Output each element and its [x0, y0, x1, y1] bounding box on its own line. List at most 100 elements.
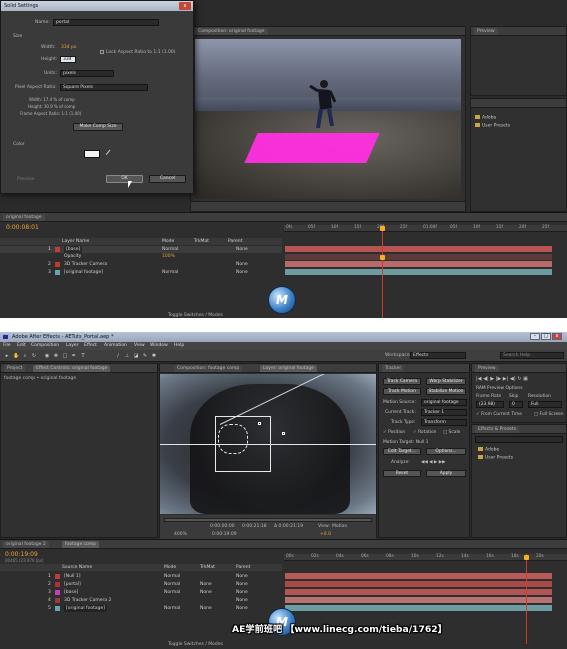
- zoom-select[interactable]: 400%: [174, 532, 187, 537]
- tab-effects-presets[interactable]: Effects & Presets: [475, 426, 520, 433]
- parent-select[interactable]: None: [236, 573, 248, 580]
- playhead[interactable]: [382, 225, 383, 318]
- toggle-switches-modes[interactable]: Toggle Switches / Modes: [168, 642, 223, 647]
- tree-item-user-presets[interactable]: User Presets: [478, 455, 513, 461]
- layer-bar-footage[interactable]: [285, 269, 552, 275]
- hand-tool-icon[interactable]: ✋: [13, 353, 19, 359]
- opacity-value[interactable]: 100%: [162, 253, 175, 260]
- selection-tool-icon[interactable]: ▸: [4, 353, 10, 359]
- effects-search-input[interactable]: [475, 436, 563, 443]
- minimize-button[interactable]: –: [530, 333, 540, 340]
- options-button[interactable]: Options...: [426, 448, 466, 455]
- eraser-tool-icon[interactable]: ◪: [133, 353, 139, 359]
- height-field[interactable]: 334: [60, 56, 76, 63]
- tree-item-adobe[interactable]: Adobe: [478, 447, 499, 453]
- layer-row[interactable]: 2 [portal] Normal None None: [0, 581, 282, 588]
- mode-select[interactable]: Normal: [164, 589, 180, 596]
- parent-select[interactable]: None: [236, 597, 248, 604]
- ok-button[interactable]: OK: [106, 175, 143, 183]
- timeline-timecode[interactable]: 0:00:19:09: [5, 551, 38, 558]
- time-navigator[interactable]: [164, 518, 372, 522]
- menu-composition[interactable]: Composition: [31, 342, 59, 350]
- camera-tool-icon[interactable]: ◉: [44, 353, 50, 359]
- tab-layer[interactable]: Layer: original footage: [260, 365, 317, 372]
- width-value[interactable]: 334 px: [61, 45, 77, 50]
- layer-viewer[interactable]: [160, 374, 376, 514]
- close-window-button[interactable]: x: [552, 333, 562, 340]
- menu-view[interactable]: View: [134, 342, 145, 350]
- parent-select[interactable]: None: [236, 589, 248, 596]
- ram-preview-options[interactable]: RAM Preview Options: [476, 386, 523, 391]
- rotation-checkbox[interactable]: ✓ Rotation: [413, 430, 436, 435]
- parent-select[interactable]: None: [236, 605, 248, 612]
- time-ruler[interactable]: 0fs 05f 10f 15f 20f 25f 01:00f 05f 10f 1…: [284, 225, 567, 232]
- mode-select[interactable]: Normal: [164, 605, 180, 612]
- skip-select[interactable]: 0: [509, 401, 523, 408]
- eyedropper-icon[interactable]: [105, 149, 115, 159]
- track-camera-button[interactable]: Track Camera: [383, 378, 421, 385]
- parent-select[interactable]: None: [236, 269, 248, 276]
- menu-effect[interactable]: Effect: [84, 342, 97, 350]
- position-checkbox[interactable]: ✓ Position: [383, 430, 405, 435]
- cancel-button[interactable]: Cancel: [149, 175, 186, 183]
- pen-tool-icon[interactable]: ✒: [71, 353, 77, 359]
- menu-file[interactable]: File: [3, 342, 11, 350]
- tab-composition[interactable]: Composition: original footage: [195, 28, 268, 35]
- tab-timeline[interactable]: original footage: [3, 214, 45, 221]
- lock-checkbox[interactable]: [100, 50, 104, 54]
- track-search-region[interactable]: [218, 424, 248, 454]
- menu-layer[interactable]: Layer: [66, 342, 79, 350]
- layer-bar-portal[interactable]: [285, 581, 552, 587]
- tab-preview[interactable]: Preview: [475, 365, 499, 372]
- search-help-input[interactable]: Search Help: [500, 352, 564, 359]
- mode-select[interactable]: Normal: [164, 573, 180, 580]
- parent-select[interactable]: None: [236, 261, 248, 268]
- in-timecode[interactable]: 0:00:00:00: [210, 524, 235, 529]
- layer-row[interactable]: 1 [Null 1] Normal None: [0, 573, 282, 580]
- tree-item-adobe[interactable]: Adobe: [475, 115, 496, 121]
- tab-project[interactable]: Project: [4, 365, 26, 372]
- cti-marker[interactable]: [524, 555, 529, 560]
- timeline-timecode[interactable]: 0:00:08:01: [6, 224, 39, 231]
- parent-select[interactable]: None: [236, 246, 248, 253]
- mode-select[interactable]: Normal: [162, 269, 178, 276]
- menu-animation[interactable]: Animation: [104, 342, 127, 350]
- track-motion-button[interactable]: Track Motion: [383, 388, 421, 395]
- cti-marker[interactable]: [380, 226, 385, 231]
- property-row[interactable]: Opacity 100%: [0, 253, 282, 260]
- layer-row[interactable]: 1 [base] Normal None: [0, 246, 282, 253]
- current-time[interactable]: 0:00:19:09: [212, 532, 237, 537]
- parent-select[interactable]: None: [236, 581, 248, 588]
- view-select[interactable]: Motion: [332, 524, 347, 529]
- full-screen-checkbox[interactable]: □ Full Screen: [534, 412, 564, 417]
- trkmat-select[interactable]: None: [200, 605, 212, 612]
- playback-controls[interactable]: |◀ ◀| ▶ |▶ ▶| ◀) ↻ ▣: [476, 376, 528, 382]
- reset-button[interactable]: Reset: [383, 470, 421, 477]
- layer-bar-base[interactable]: [285, 589, 552, 595]
- maximize-button[interactable]: □: [541, 333, 551, 340]
- resolution-select[interactable]: Full: [528, 401, 562, 408]
- menu-help[interactable]: Help: [174, 342, 184, 350]
- apply-button[interactable]: Apply: [426, 470, 466, 477]
- current-track-select[interactable]: Tracker 1: [421, 409, 467, 416]
- track-type-select[interactable]: Transform: [421, 419, 467, 426]
- layer-row[interactable]: 5 [original footage] Normal None None: [0, 605, 282, 612]
- brush-tool-icon[interactable]: ∕: [115, 353, 121, 359]
- mode-select[interactable]: Normal: [164, 581, 180, 588]
- layer-bar-camera[interactable]: [285, 597, 552, 603]
- make-comp-size-button[interactable]: Make Comp Size: [73, 123, 123, 131]
- workspace-select[interactable]: Effects: [410, 352, 466, 359]
- tab-footage-comp[interactable]: footage comp: [62, 541, 100, 548]
- roto-tool-icon[interactable]: ✎: [142, 353, 148, 359]
- layer-bar-footage[interactable]: [285, 605, 552, 611]
- layer-row[interactable]: 3 [base] Normal None None: [0, 589, 282, 596]
- mask-tool-icon[interactable]: □: [62, 353, 68, 359]
- layer-row[interactable]: 4 3D Tracker Camera 2 None: [0, 597, 282, 604]
- close-button[interactable]: x: [179, 2, 191, 10]
- track-point[interactable]: [282, 432, 285, 435]
- frame-rate-select[interactable]: (23.98): [476, 401, 504, 408]
- tab-tracker[interactable]: Tracker: [382, 365, 405, 372]
- tab-effect-controls[interactable]: Effect Controls: original footage: [33, 365, 111, 372]
- edit-target-button[interactable]: Edit Target...: [383, 448, 421, 455]
- pink-solid-plane[interactable]: [244, 133, 380, 163]
